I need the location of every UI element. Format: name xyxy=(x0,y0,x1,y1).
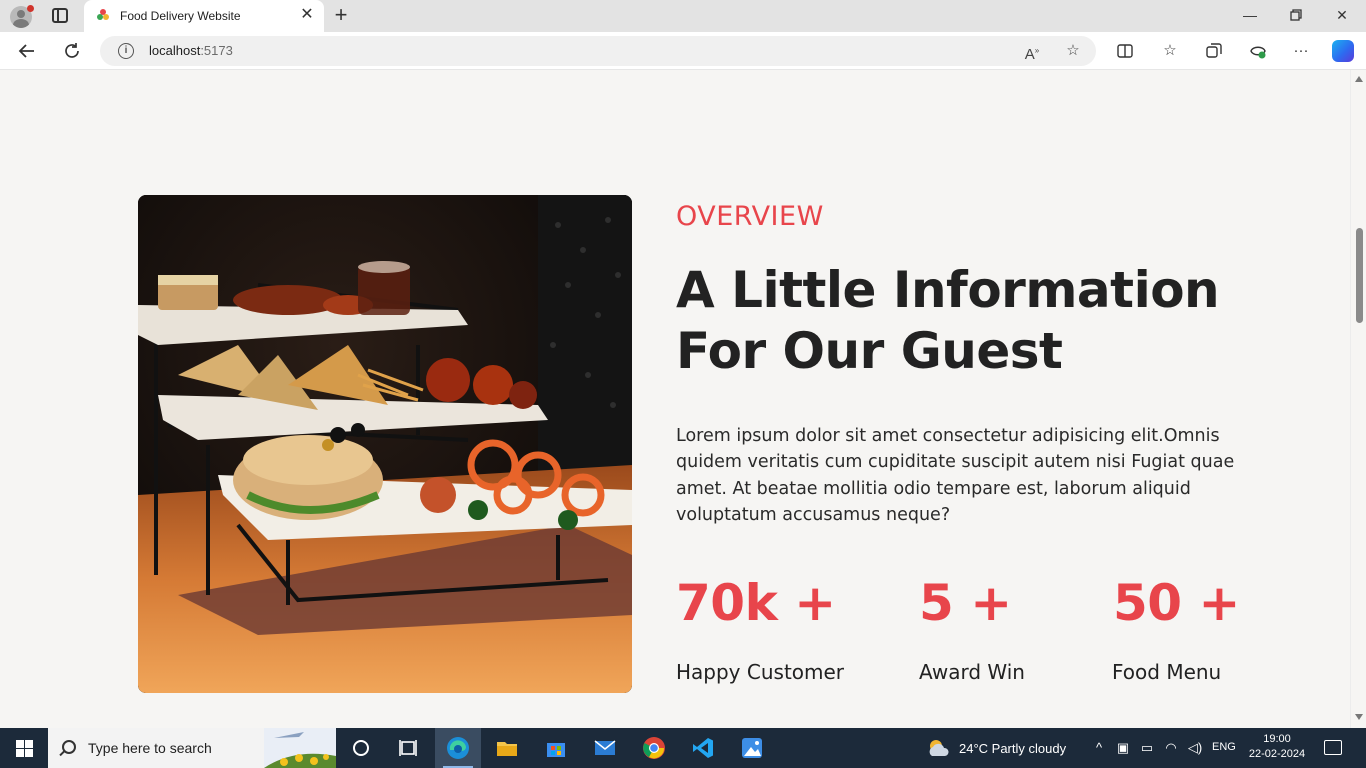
close-window-icon[interactable]: ✕ xyxy=(1332,5,1352,25)
stat-value-food-menu: 50 + xyxy=(1113,574,1240,632)
new-tab-icon[interactable]: + xyxy=(331,4,351,26)
read-aloud-icon[interactable]: A» xyxy=(1022,41,1042,63)
tab-title: Food Delivery Website xyxy=(120,9,241,23)
scrollbar-thumb[interactable] xyxy=(1356,228,1363,323)
back-icon[interactable] xyxy=(16,40,38,62)
settings-more-icon[interactable]: ··· xyxy=(1290,40,1312,62)
taskbar-search-placeholder: Type here to search xyxy=(88,740,212,756)
wifi-icon[interactable]: ◠ xyxy=(1163,740,1179,756)
browser-essentials-icon[interactable] xyxy=(1247,40,1269,62)
volume-icon[interactable]: ◁) xyxy=(1187,740,1203,756)
scroll-up-arrow-icon[interactable] xyxy=(1355,76,1363,82)
mail-icon[interactable] xyxy=(582,728,628,768)
stat-value-happy-customer: 70k + xyxy=(676,574,836,632)
stat-label-happy-customer: Happy Customer xyxy=(676,660,845,684)
tab-food-delivery[interactable]: Food Delivery Website ✕ xyxy=(84,0,324,32)
vscode-icon[interactable] xyxy=(680,728,726,768)
headline-line-2: For Our Guest xyxy=(676,322,1063,380)
refresh-icon[interactable] xyxy=(61,40,83,62)
section-eyebrow: OVERVIEW xyxy=(676,201,824,232)
close-tab-icon[interactable]: ✕ xyxy=(298,6,316,24)
minimize-icon[interactable]: — xyxy=(1240,5,1260,25)
section-headline: A Little Information For Our Guest xyxy=(676,260,1236,382)
headline-line-1: A Little Information xyxy=(676,261,1220,319)
site-info-icon[interactable]: i xyxy=(118,43,134,59)
page-viewport: OVERVIEW A Little Information For Our Gu… xyxy=(0,70,1366,728)
input-language[interactable]: ENG xyxy=(1212,741,1236,753)
weather-text[interactable]: 24°C Partly cloudy xyxy=(959,741,1066,756)
section-description: Lorem ipsum dolor sit amet consectetur a… xyxy=(676,426,1235,525)
battery-icon[interactable]: ▭ xyxy=(1139,740,1155,756)
windows-taskbar: Type here to search 24°C Partly cloudy ^… xyxy=(0,728,1366,768)
task-view-icon[interactable] xyxy=(385,728,431,768)
clock-time: 19:00 xyxy=(1263,733,1291,745)
search-icon xyxy=(62,740,76,754)
favicon-icon xyxy=(97,9,109,20)
windows-start-icon[interactable] xyxy=(16,740,33,757)
browser-tab-strip: Food Delivery Website ✕ + — ✕ xyxy=(0,0,1366,32)
page-scrollbar[interactable] xyxy=(1350,70,1366,728)
split-screen-icon[interactable] xyxy=(1114,40,1136,62)
search-highlight-illustration xyxy=(264,728,336,768)
show-hidden-icons-chevron-icon[interactable]: ^ xyxy=(1091,740,1107,756)
browser-toolbar: i localhost:5173 A» ☆ ☆ ··· xyxy=(0,32,1366,70)
profile-notification-dot xyxy=(27,5,34,12)
favorite-star-icon[interactable]: ☆ xyxy=(1063,41,1083,61)
clock-date: 22-02-2024 xyxy=(1248,748,1306,760)
chrome-icon[interactable] xyxy=(631,728,677,768)
scroll-down-arrow-icon[interactable] xyxy=(1355,714,1363,720)
meet-now-icon[interactable]: ▣ xyxy=(1115,740,1131,756)
cortana-icon[interactable] xyxy=(338,728,384,768)
food-platter-illustration xyxy=(138,195,632,693)
microsoft-store-icon[interactable] xyxy=(533,728,579,768)
favorites-icon[interactable]: ☆ xyxy=(1159,40,1181,62)
restore-icon[interactable] xyxy=(1286,5,1306,25)
collections-icon[interactable] xyxy=(1203,40,1225,62)
copilot-icon[interactable] xyxy=(1332,40,1354,62)
food-platter-image xyxy=(138,195,632,693)
edge-browser-icon[interactable] xyxy=(435,728,481,768)
taskbar-clock[interactable]: 19:00 22-02-2024 xyxy=(1244,732,1310,762)
url-text[interactable]: localhost:5173 xyxy=(149,43,233,58)
stat-label-food-menu: Food Menu xyxy=(1112,660,1222,684)
weather-partly-cloudy-icon[interactable] xyxy=(926,738,952,758)
notification-center-icon[interactable] xyxy=(1324,740,1342,755)
photos-app-icon[interactable] xyxy=(729,728,775,768)
stat-value-award-win: 5 + xyxy=(919,574,1012,632)
tab-actions-icon[interactable] xyxy=(52,8,68,23)
taskbar-search-box[interactable]: Type here to search xyxy=(48,728,336,768)
stat-label-award-win: Award Win xyxy=(919,660,1025,684)
address-bar[interactable]: i localhost:5173 A» ☆ xyxy=(100,36,1096,66)
file-explorer-icon[interactable] xyxy=(484,728,530,768)
